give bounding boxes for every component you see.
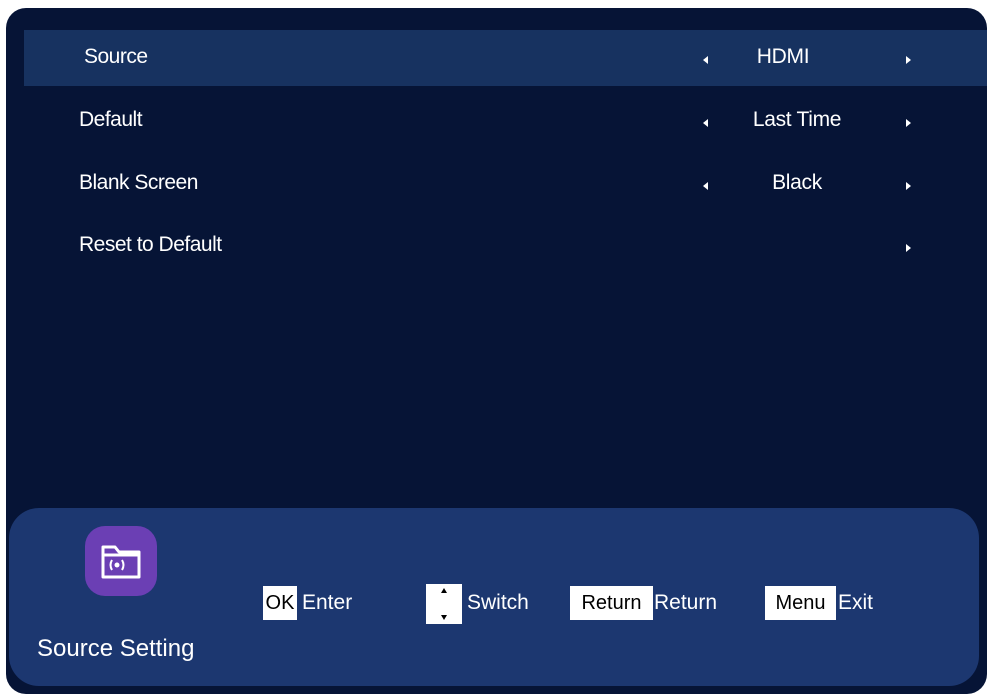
arrow-right-icon[interactable] [906, 244, 911, 252]
menu-item-value: Last Time [752, 108, 842, 131]
enter-hint: Enter [302, 591, 353, 614]
arrow-right-icon[interactable] [906, 119, 911, 127]
menu-key[interactable]: Menu [765, 586, 836, 620]
menu-item-label: Reset to Default [79, 233, 222, 256]
arrow-left-icon[interactable] [703, 182, 708, 190]
menu-item-blank-screen[interactable]: Blank Screen Black [24, 156, 987, 212]
source-setting-osd: Source HDMI Default Last Time Blank Scre… [6, 8, 987, 694]
ok-key[interactable]: OK [263, 586, 297, 620]
arrow-right-icon[interactable] [906, 56, 911, 64]
footer-panel: Source Setting OK Enter Switch Return Re… [9, 508, 979, 686]
menu-item-label: Source [84, 45, 148, 68]
down-arrow-icon [441, 615, 447, 620]
return-hint: Return [654, 591, 718, 614]
arrow-right-icon[interactable] [906, 182, 911, 190]
menu-item-label: Blank Screen [79, 171, 198, 194]
menu-item-source[interactable]: Source HDMI [24, 30, 987, 86]
arrow-left-icon[interactable] [703, 56, 708, 64]
source-folder-icon [85, 526, 157, 596]
up-down-arrows-icon[interactable] [426, 584, 462, 624]
switch-hint: Switch [467, 591, 529, 614]
up-arrow-icon [441, 588, 447, 593]
menu-item-default[interactable]: Default Last Time [24, 93, 987, 149]
menu-item-reset-to-default[interactable]: Reset to Default [24, 218, 987, 274]
menu-item-value: HDMI [756, 45, 810, 68]
return-key[interactable]: Return [570, 586, 653, 620]
menu-item-label: Default [79, 108, 143, 131]
menu-item-value: Black [772, 171, 822, 194]
exit-hint: Exit [838, 591, 874, 614]
arrow-left-icon[interactable] [703, 119, 708, 127]
footer-title: Source Setting [37, 635, 195, 662]
